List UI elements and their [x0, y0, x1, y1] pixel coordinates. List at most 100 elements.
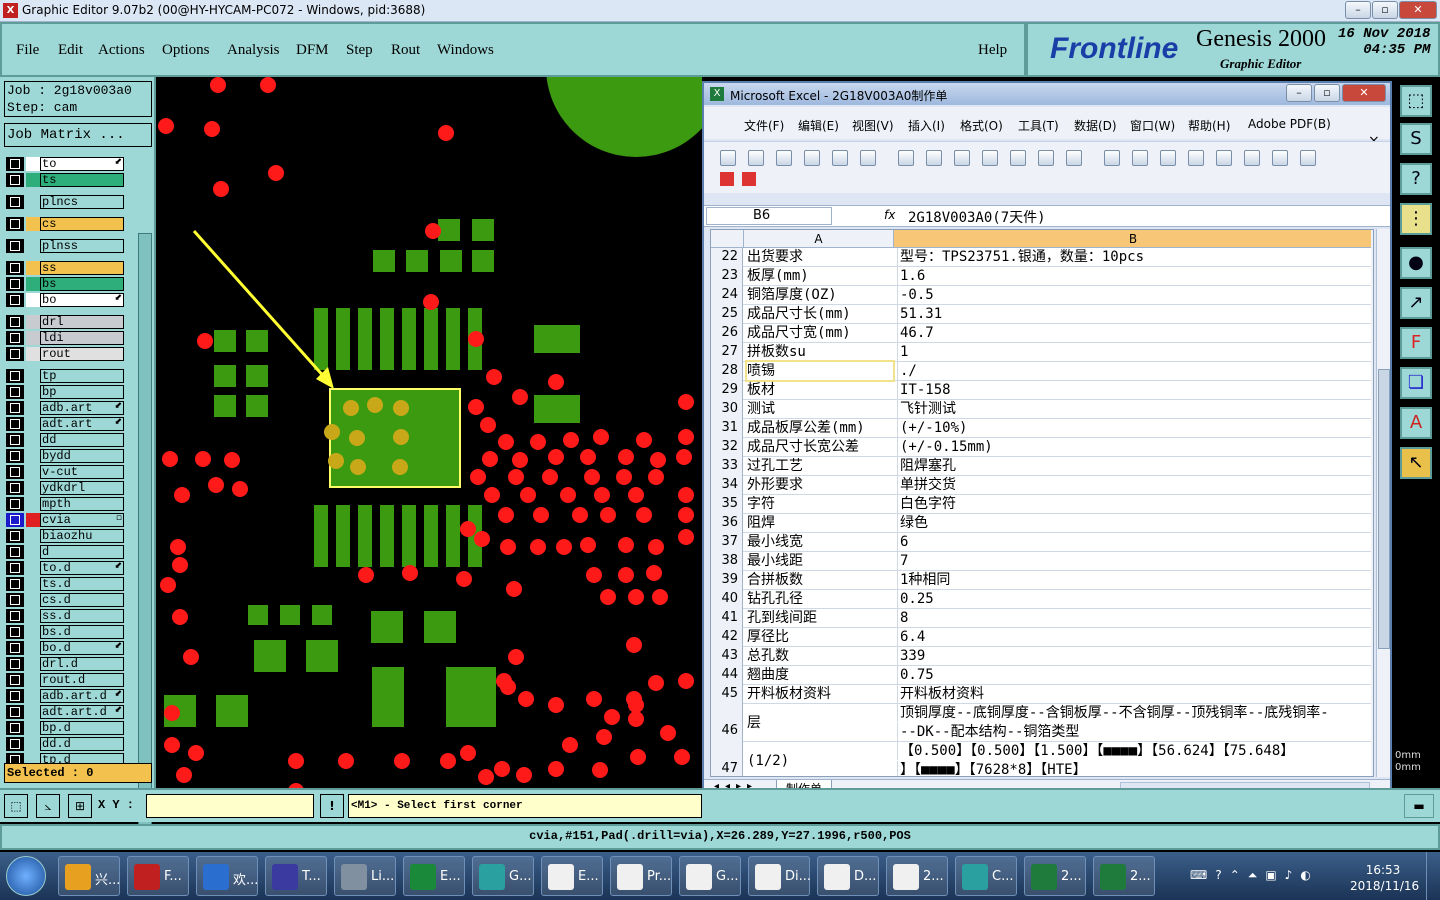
row-number[interactable]: 35 — [711, 495, 743, 514]
taskbar-item[interactable]: Li... — [334, 856, 396, 896]
cell-b[interactable]: 51.31 — [897, 305, 1371, 323]
layer-name[interactable]: ydkdrl — [40, 481, 124, 495]
measure-icon[interactable]: ⋮ — [1400, 203, 1432, 235]
table-row[interactable]: 35 字符 白色字符 — [711, 495, 1371, 514]
sort-desc-icon[interactable] — [1244, 150, 1260, 166]
excel-menu-data[interactable]: 数据(D) — [1074, 117, 1117, 134]
layer-checkbox[interactable] — [6, 401, 24, 415]
table-row[interactable]: 33 过孔工艺 阻焊塞孔 — [711, 457, 1371, 476]
layer-row-mpth[interactable]: mpth — [6, 497, 124, 511]
menu-options[interactable]: Options — [162, 42, 210, 59]
cell-b[interactable]: 46.7 — [897, 324, 1371, 342]
query-icon[interactable]: ? — [1400, 163, 1432, 195]
layer-name[interactable]: adb.art — [40, 401, 124, 415]
close-button[interactable]: ✕ — [1399, 1, 1437, 19]
layer-color-swatch[interactable] — [26, 657, 40, 671]
table-row[interactable]: 38 最小线距 7 — [711, 552, 1371, 571]
excel-menu-tools[interactable]: 工具(T) — [1018, 117, 1059, 134]
chart-icon[interactable] — [1272, 150, 1288, 166]
row-number[interactable]: 43 — [711, 647, 743, 666]
filter-icon[interactable]: ❏ — [1400, 367, 1432, 399]
layer-name[interactable]: cs.d — [40, 593, 124, 607]
row-number[interactable]: 23 — [711, 267, 743, 286]
xy-input[interactable] — [146, 794, 314, 818]
pdf-email-icon[interactable] — [742, 172, 756, 186]
formula-input[interactable]: 2G18V003A0(7天件) — [908, 207, 1046, 227]
cell-a[interactable]: 板厚(mm) — [747, 267, 893, 285]
cell-a[interactable]: 铜箔厚度(OZ) — [747, 286, 893, 304]
autosum-icon[interactable] — [1188, 150, 1204, 166]
row-number[interactable]: 36 — [711, 514, 743, 533]
table-row[interactable]: 46 层顶铜厚度--底铜厚度--含铜板厚--不含铜厚--顶残铜率--底残铜率- --… — [711, 704, 1371, 742]
email-icon[interactable] — [832, 150, 848, 166]
layer-row-d[interactable]: d — [6, 545, 124, 559]
row-number[interactable]: 26 — [711, 324, 743, 343]
layer-row-ts[interactable]: ts — [6, 173, 124, 187]
cell-b[interactable]: 飞针测试 — [897, 400, 1371, 418]
layer-color-swatch[interactable] — [26, 721, 40, 735]
menu-file[interactable]: File — [16, 42, 39, 59]
row-number[interactable]: 27 — [711, 343, 743, 362]
layer-row-rout.d[interactable]: rout.d — [6, 673, 124, 687]
layer-checkbox[interactable] — [6, 721, 24, 735]
table-row[interactable]: 45 开料板材资料 开料板材资料 — [711, 685, 1371, 704]
measure-tool-icon[interactable]: ⦣ — [36, 794, 60, 818]
excel-menu-help[interactable]: 帮助(H) — [1188, 117, 1230, 134]
layer-row-ts.d[interactable]: ts.d — [6, 577, 124, 591]
layer-row-v-cut[interactable]: v-cut — [6, 465, 124, 479]
layer-row-ldi[interactable]: ldi — [6, 331, 124, 345]
layer-color-swatch[interactable] — [26, 347, 40, 361]
row-number[interactable]: 46 — [711, 704, 743, 742]
table-row[interactable]: 40 钻孔孔径 0.25 — [711, 590, 1371, 609]
layer-name[interactable]: drl.d — [40, 657, 124, 671]
cell-a[interactable]: 出货要求 — [747, 248, 893, 266]
layer-color-swatch[interactable] — [26, 195, 40, 209]
cell-b[interactable]: 开料板材资料 — [897, 685, 1371, 703]
pad-icon[interactable]: ● — [1400, 247, 1432, 279]
taskbar-item[interactable]: 兴... — [58, 856, 120, 896]
table-row[interactable]: 22 出货要求 型号：TPS23751.银通，数量：10pcs — [711, 248, 1371, 267]
layer-color-swatch[interactable] — [26, 277, 40, 291]
minimize-panel-icon[interactable]: ▬ — [1404, 794, 1434, 818]
redo-icon[interactable] — [1132, 150, 1148, 166]
layer-name[interactable]: biaozhu — [40, 529, 124, 543]
cut-icon[interactable] — [982, 150, 998, 166]
layer-scrollbar[interactable] — [138, 233, 152, 837]
cell-b[interactable]: 339 — [897, 647, 1371, 665]
taskbar-item[interactable]: Di... — [748, 856, 811, 896]
table-row[interactable]: 27 拼板数su 1 — [711, 343, 1371, 362]
tray-icons[interactable]: ⌨?⌃⏶▣♪◐ — [1190, 868, 1319, 883]
row-number[interactable]: 37 — [711, 533, 743, 552]
layer-name[interactable]: bp.d — [40, 721, 124, 735]
row-number[interactable]: 33 — [711, 457, 743, 476]
layer-row-biaozhu[interactable]: biaozhu — [6, 529, 124, 543]
taskbar-item[interactable]: G... — [472, 856, 534, 896]
layer-color-swatch[interactable] — [26, 293, 40, 307]
layer-checkbox[interactable] — [6, 157, 24, 171]
menu-edit[interactable]: Edit — [58, 42, 83, 59]
layer-name[interactable]: adt.art — [40, 417, 124, 431]
layer-name[interactable]: rout.d — [40, 673, 124, 687]
layer-row-cvia[interactable]: cvia ▫ — [6, 513, 124, 527]
layer-row-dd.d[interactable]: dd.d — [6, 737, 124, 751]
layer-color-swatch[interactable] — [26, 641, 40, 655]
layer-row-cs.d[interactable]: cs.d — [6, 593, 124, 607]
minimize-button[interactable]: – — [1345, 1, 1371, 19]
layer-name[interactable]: bo — [40, 293, 124, 307]
clock[interactable]: 16:53 2018/11/16 — [1350, 862, 1419, 894]
layer-name[interactable]: tp — [40, 369, 124, 383]
print-icon[interactable] — [860, 150, 876, 166]
layer-name[interactable]: ts — [40, 173, 124, 187]
layer-name[interactable]: ss — [40, 261, 124, 275]
layer-name[interactable]: plncs — [40, 195, 124, 209]
taskbar-item[interactable]: 欢... — [196, 856, 258, 896]
layer-row-bs.d[interactable]: bs.d — [6, 625, 124, 639]
layer-name[interactable]: dd.d — [40, 737, 124, 751]
taskbar-item[interactable]: 2... — [1024, 856, 1086, 896]
table-row[interactable]: 31 成品板厚公差(mm) (+/-10%) — [711, 419, 1371, 438]
layer-color-swatch[interactable] — [26, 577, 40, 591]
start-button[interactable] — [6, 856, 46, 896]
cursor-icon[interactable]: ↖ — [1400, 447, 1432, 479]
cell-a[interactable]: 翘曲度 — [747, 666, 893, 684]
layer-checkbox[interactable] — [6, 173, 24, 187]
